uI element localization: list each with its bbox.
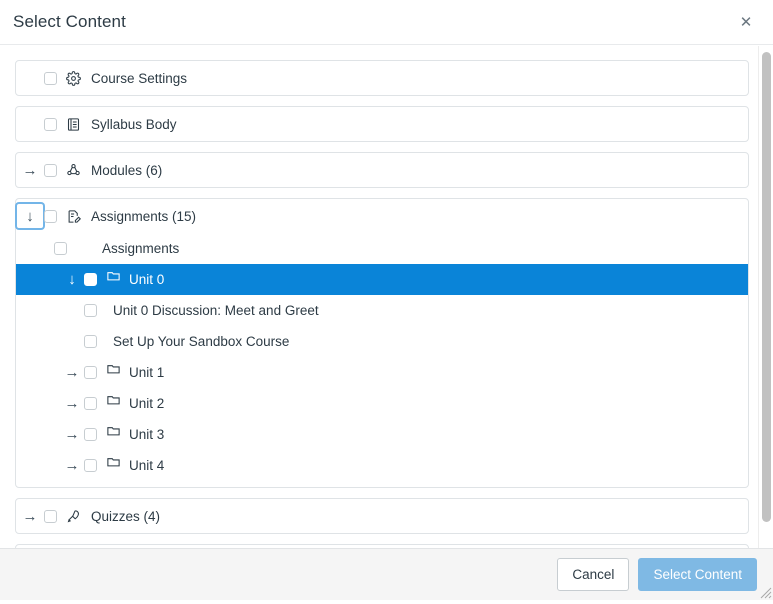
- scrollbar-thumb[interactable]: [762, 52, 771, 522]
- modules-icon: [63, 160, 83, 180]
- assignments-icon: [63, 206, 83, 226]
- tree-item-label: Set Up Your Sandbox Course: [113, 334, 290, 349]
- checkbox-unit-0[interactable]: [84, 273, 97, 286]
- tree-item-modules[interactable]: → Modules (6): [15, 152, 749, 188]
- checkbox-syllabus-body[interactable]: [44, 117, 57, 131]
- modal-footer: Cancel Select Content: [0, 548, 773, 600]
- tree-item-unit-0[interactable]: ↓ Unit 0: [16, 264, 748, 295]
- folder-icon: [103, 359, 123, 379]
- checkbox-assignments-group[interactable]: [54, 242, 67, 255]
- tree-item-set-up-sandbox[interactable]: Set Up Your Sandbox Course: [16, 326, 748, 357]
- gear-icon: [63, 68, 83, 88]
- syllabus-icon: [63, 114, 83, 134]
- list-item[interactable]: Syllabus Body: [16, 107, 748, 141]
- expand-arrow-icon[interactable]: →: [60, 453, 84, 479]
- expand-arrow-icon[interactable]: →: [60, 360, 84, 386]
- tree-item-label: Unit 0 Discussion: Meet and Greet: [113, 303, 319, 318]
- tree-item-label: Unit 1: [129, 365, 165, 380]
- collapse-arrow-icon[interactable]: ↓: [16, 203, 44, 229]
- collapse-arrow-icon[interactable]: ↓: [60, 267, 84, 293]
- tree-item-quizzes[interactable]: → Quizzes (4): [15, 498, 749, 534]
- select-content-button[interactable]: Select Content: [638, 558, 757, 591]
- list-item[interactable]: ↓ Assignments (15): [16, 199, 748, 233]
- checkbox-course-settings[interactable]: [44, 71, 57, 85]
- rocket-icon: [63, 506, 83, 526]
- tree-item-label: Unit 3: [129, 427, 165, 442]
- list-item[interactable]: Course Settings: [16, 61, 748, 95]
- scroll-area: Course Settings Syllabus Body → Modules …: [0, 46, 757, 548]
- tree-item-unit-0-discussion[interactable]: Unit 0 Discussion: Meet and Greet: [16, 295, 748, 326]
- folder-icon: [103, 266, 123, 286]
- tree-item-label: Unit 0: [129, 272, 165, 287]
- tree-item-label: Unit 2: [129, 396, 165, 411]
- folder-icon: [103, 421, 123, 441]
- tree-item-syllabus-body[interactable]: Syllabus Body: [15, 106, 749, 142]
- list-item[interactable]: → Quizzes (4): [16, 499, 748, 533]
- folder-icon: [103, 390, 123, 410]
- tree-item-assignments[interactable]: ↓ Assignments (15) Assignments ↓ Unit 0 …: [15, 198, 749, 488]
- checkbox-unit-0-discussion[interactable]: [84, 304, 97, 317]
- tree-item-label: Syllabus Body: [91, 116, 177, 132]
- tree-item-label: Course Settings: [91, 70, 188, 86]
- folder-icon: [103, 452, 123, 472]
- tree-item-label: Unit 4: [129, 458, 165, 473]
- checkbox-modules[interactable]: [44, 163, 57, 177]
- tree-item-label: Assignments (15): [91, 208, 197, 224]
- page-title: Select Content: [13, 12, 126, 31]
- checkbox-unit-4[interactable]: [84, 459, 97, 472]
- checkbox-unit-1[interactable]: [84, 366, 97, 379]
- vertical-scrollbar[interactable]: [758, 46, 773, 548]
- modal-header: Select Content ✕: [0, 0, 773, 45]
- checkbox-assignments[interactable]: [44, 209, 57, 223]
- tree-item-label: Quizzes (4): [91, 508, 161, 524]
- expand-arrow-icon[interactable]: →: [16, 503, 44, 529]
- expand-arrow-icon[interactable]: →: [60, 391, 84, 417]
- tree-item-label: Modules (6): [91, 162, 163, 178]
- list-item[interactable]: → Modules (6): [16, 153, 748, 187]
- close-icon[interactable]: ✕: [735, 11, 757, 33]
- checkbox-unit-3[interactable]: [84, 428, 97, 441]
- cancel-button[interactable]: Cancel: [557, 558, 630, 591]
- tree-item-unit-4[interactable]: → Unit 4: [16, 450, 748, 481]
- tree-item-unit-1[interactable]: → Unit 1: [16, 357, 748, 388]
- tree-item-unit-3[interactable]: → Unit 3: [16, 419, 748, 450]
- tree-item-label: Assignments: [102, 241, 180, 256]
- checkbox-set-up-sandbox[interactable]: [84, 335, 97, 348]
- tree-item-course-settings[interactable]: Course Settings: [15, 60, 749, 96]
- checkbox-quizzes[interactable]: [44, 509, 57, 523]
- tree-item-assignments-group[interactable]: Assignments: [16, 233, 748, 264]
- expand-arrow-icon[interactable]: →: [60, 422, 84, 448]
- content-tree-panel: Course Settings Syllabus Body → Modules …: [0, 46, 773, 548]
- resize-handle-icon[interactable]: [758, 585, 772, 599]
- content-tree: Course Settings Syllabus Body → Modules …: [0, 46, 757, 548]
- tree-item-unit-2[interactable]: → Unit 2: [16, 388, 748, 419]
- expand-arrow-icon[interactable]: →: [16, 157, 44, 183]
- checkbox-unit-2[interactable]: [84, 397, 97, 410]
